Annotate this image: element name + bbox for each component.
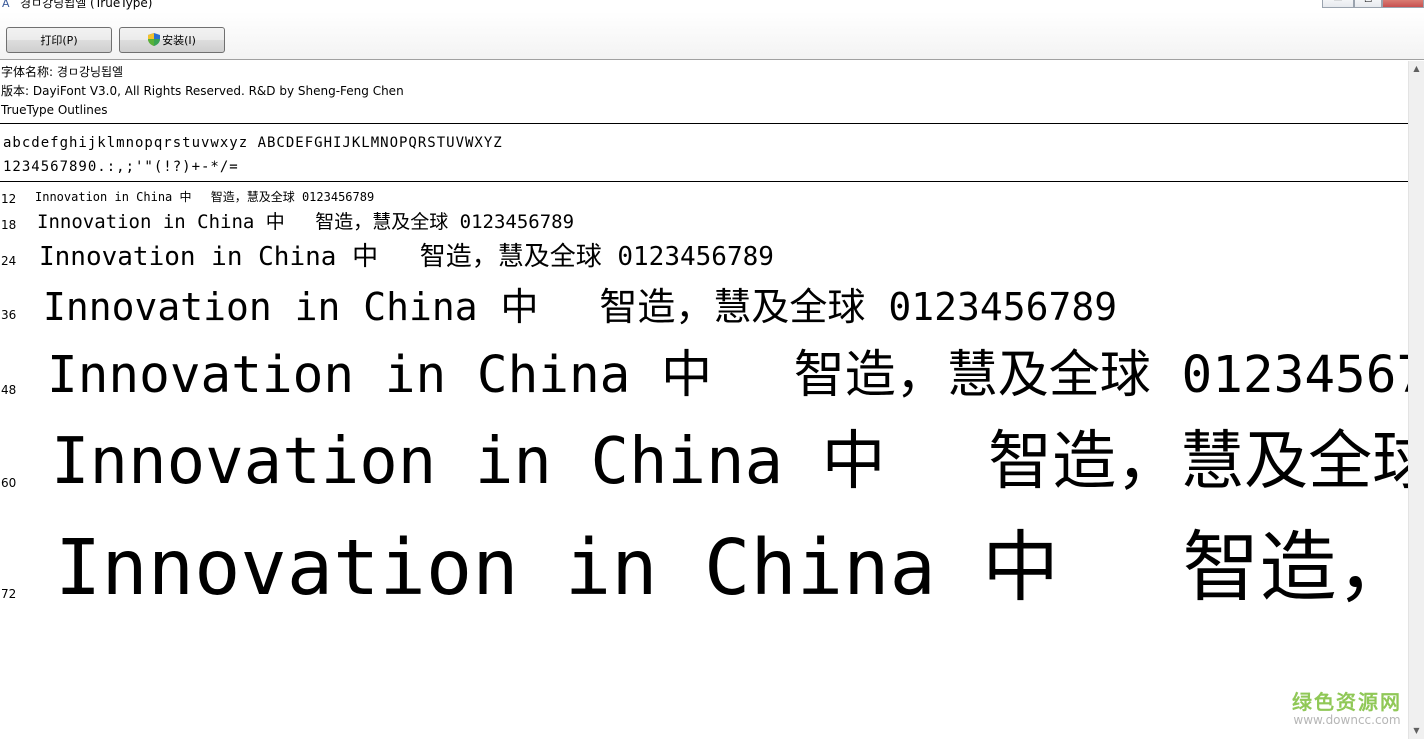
sample-text: Innovation in China 中 智造，慧及全球 0123456789 xyxy=(55,524,1408,613)
divider xyxy=(0,181,1408,182)
size-label: 18 xyxy=(1,218,17,232)
sample-row-72: 72 Innovation in China 中 智造，慧及全球 0123456… xyxy=(0,517,1408,621)
toolbar: 打印(P) 安装(I) xyxy=(0,12,1424,60)
window-title: 경ㅁ강닝됩엘 (TrueType) xyxy=(20,0,153,10)
font-outline-line: TrueType Outlines xyxy=(1,103,108,117)
sample-row-24: 24 Innovation in China 中 智造，慧及全球 0123456… xyxy=(0,239,1408,279)
print-button[interactable]: 打印(P) xyxy=(6,27,112,53)
title-bar: A 경ㅁ강닝됩엘 (TrueType) — ☐ xyxy=(0,0,1424,12)
sample-text: Innovation in China 中 智造，慧及全球 0123456789 xyxy=(51,425,1408,499)
vertical-scrollbar[interactable]: ▲ ▼ xyxy=(1408,61,1424,739)
scroll-down-icon[interactable]: ▼ xyxy=(1409,723,1424,739)
font-file-icon: A xyxy=(2,0,10,10)
watermark-url: www.downcc.com xyxy=(1293,713,1401,727)
uac-shield-icon xyxy=(148,33,161,46)
size-label: 24 xyxy=(1,254,17,268)
install-button[interactable]: 安装(I) xyxy=(119,27,225,53)
font-version-line: 版本: DayiFont V3.0, All Rights Reserved. … xyxy=(1,84,404,98)
sample-text: Innovation in China 中 智造，慧及全球 0123456789 xyxy=(43,285,1118,329)
charset-digits-punct: 1234567890.:,;'"(!?)+-*/= xyxy=(3,159,239,175)
divider xyxy=(0,123,1408,124)
sample-text: Innovation in China 中 智造，慧及全球 0123456789 xyxy=(39,242,774,272)
font-preview-area: 字体名称: 경ㅁ강닝됩엘 版本: DayiFont V3.0, All Righ… xyxy=(0,61,1408,739)
sample-row-36: 36 Innovation in China 中 智造，慧及全球 0123456… xyxy=(0,281,1408,341)
sample-text: Innovation in China 中 智造，慧及全球 0123456789 xyxy=(37,211,575,233)
sample-row-48: 48 Innovation in China 中 智造，慧及全球 0123456… xyxy=(0,341,1408,411)
sample-row-12: 12 Innovation in China 中 智造，慧及全球 0123456… xyxy=(0,189,1408,209)
size-label: 36 xyxy=(1,308,17,322)
maximize-button[interactable]: ☐ xyxy=(1354,0,1382,8)
sample-text: Innovation in China 中 智造，慧及全球 0123456789 xyxy=(47,346,1408,405)
font-name-line: 字体名称: 경ㅁ강닝됩엘 xyxy=(1,65,124,79)
minimize-button[interactable]: — xyxy=(1322,0,1354,8)
sample-row-60: 60 Innovation in China 中 智造，慧及全球 0123456… xyxy=(0,419,1408,509)
size-label: 60 xyxy=(1,476,17,490)
install-button-label: 安装(I) xyxy=(162,34,196,47)
scroll-up-icon[interactable]: ▲ xyxy=(1409,61,1424,77)
site-watermark: 绿色资源网 www.downcc.com xyxy=(1292,691,1402,727)
watermark-title: 绿色资源网 xyxy=(1292,690,1402,714)
size-label: 48 xyxy=(1,383,17,397)
size-label: 12 xyxy=(1,192,17,206)
sample-text: Innovation in China 中 智造，慧及全球 0123456789 xyxy=(35,190,375,204)
close-button[interactable] xyxy=(1382,0,1424,8)
size-label: 72 xyxy=(1,587,17,601)
sample-row-18: 18 Innovation in China 中 智造，慧及全球 0123456… xyxy=(0,209,1408,237)
charset-letters: abcdefghijklmnopqrstuvwxyz ABCDEFGHIJKLM… xyxy=(3,135,503,151)
